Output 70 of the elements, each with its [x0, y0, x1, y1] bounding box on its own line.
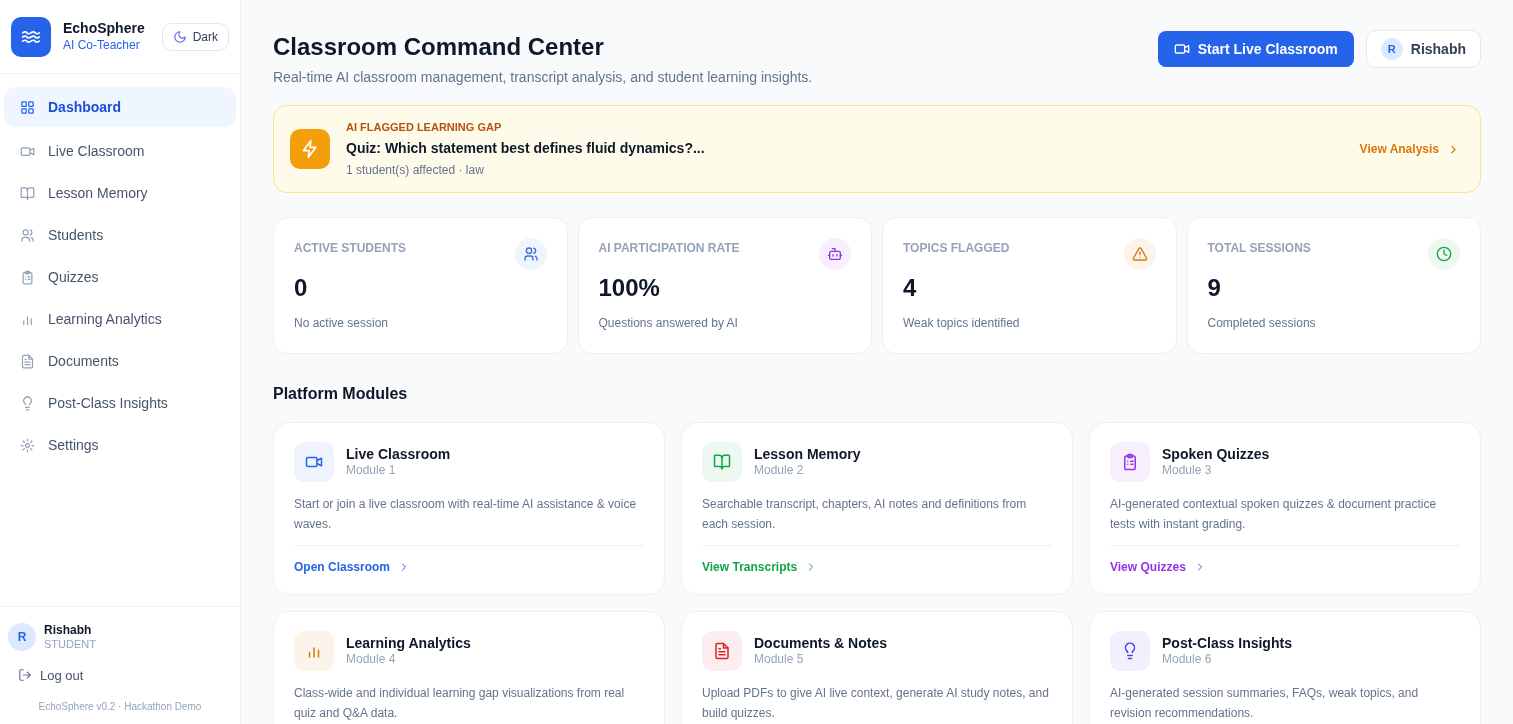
module-description: Upload PDFs to give AI live context, generate AI study notes, and build quizzes. — [702, 685, 1050, 722]
stat-caption: Completed sessions — [1207, 315, 1317, 332]
module-link[interactable]: Open Classroom — [294, 558, 411, 576]
module-description: AI-generated session summaries, FAQs, weak topics, and revision recommendations. — [1110, 685, 1420, 722]
logout-button[interactable]: Log out — [18, 665, 84, 685]
page-title: Classroom Command Center — [273, 32, 605, 62]
module-title: Documents & Notes — [754, 634, 888, 653]
document-icon — [20, 353, 35, 369]
sidebar-item[interactable]: Dashboard — [4, 87, 236, 127]
lightbulb-icon — [20, 395, 35, 411]
profile-avatar: R — [1380, 38, 1403, 60]
settings-icon — [20, 437, 35, 453]
alert-title: Quiz: Which statement best defines fluid dynamics?... — [346, 138, 705, 158]
module-title: Post-Class Insights — [1162, 634, 1292, 653]
version-text: EchoSphere v0.2 · Hackathon Demo — [37, 700, 203, 714]
module-description: Class-wide and individual learning gap visualizations from real quiz and Q&A data. — [294, 685, 626, 722]
logout-icon — [18, 668, 32, 683]
stat-value: 0 — [294, 273, 309, 303]
alert-label: AI FLAGGED LEARNING GAP — [346, 120, 503, 136]
stat-caption: Weak topics identified — [903, 315, 1021, 332]
logo-icon — [11, 16, 51, 57]
clipboard-icon — [20, 269, 35, 285]
module-number: Module 5 — [754, 652, 805, 668]
section-heading: Platform Modules — [273, 384, 409, 404]
user-name: Rishabh — [44, 622, 93, 638]
people-icon — [20, 227, 35, 243]
lightning-icon — [290, 129, 330, 169]
sidebar-item[interactable]: Live Classroom — [4, 133, 236, 169]
profile-button[interactable]: R Rishabh — [1365, 30, 1481, 68]
module-number: Module 4 — [346, 652, 397, 668]
grid-icon — [20, 99, 35, 115]
sidebar-item[interactable]: Students — [4, 217, 236, 253]
module-title: Lesson Memory — [754, 445, 861, 464]
stat-label: AI PARTICIPATION RATE — [598, 240, 740, 257]
module-number: Module 3 — [1162, 463, 1213, 479]
sidebar-item[interactable]: Learning Analytics — [4, 301, 236, 337]
moon-icon — [172, 29, 187, 44]
brand-tagline: AI Co-Teacher — [63, 37, 141, 53]
module-number: Module 6 — [1162, 652, 1213, 668]
user-role: STUDENT — [44, 637, 96, 652]
sidebar-item[interactable]: Documents — [4, 343, 236, 379]
brand-name: EchoSphere — [63, 20, 145, 38]
module-number: Module 1 — [346, 463, 397, 479]
page-subtitle: Real-time AI classroom management, transcript analysis, and student learning insights. — [273, 68, 813, 87]
book-icon — [20, 185, 35, 201]
module-title: Spoken Quizzes — [1162, 445, 1270, 464]
module-description: Start or join a live classroom with real-time AI assistance & voice waves. — [294, 496, 638, 533]
stat-label: TOPICS FLAGGED — [903, 240, 1010, 257]
module-title: Live Classroom — [346, 445, 451, 464]
module-link[interactable]: View Quizzes — [1110, 558, 1206, 576]
stat-value: 100% — [598, 273, 661, 303]
user-avatar: R — [8, 623, 36, 652]
stat-caption: Questions answered by AI — [598, 315, 739, 332]
video-camera-icon — [1173, 41, 1190, 57]
module-title: Learning Analytics — [346, 634, 471, 653]
alert-meta: 1 student(s) affected · law — [346, 161, 485, 179]
start-live-classroom-button[interactable]: Start Live Classroom — [1157, 31, 1354, 67]
module-description: Searchable transcript, chapters, AI notes and definitions from each session. — [702, 496, 1028, 533]
stat-label: TOTAL SESSIONS — [1207, 240, 1311, 257]
stat-value: 9 — [1207, 273, 1222, 303]
stat-caption: No active session — [294, 315, 390, 332]
theme-toggle-button[interactable]: Dark — [161, 22, 229, 51]
module-number: Module 2 — [754, 463, 805, 479]
sidebar-item[interactable]: Lesson Memory — [4, 175, 236, 211]
module-description: AI-generated contextual spoken quizzes & document practice tests with instant grading. — [1110, 496, 1438, 533]
sidebar-item[interactable]: Settings — [4, 427, 236, 463]
stat-value: 4 — [903, 273, 918, 303]
stat-label: ACTIVE STUDENTS — [294, 240, 406, 257]
sidebar-item[interactable]: Quizzes — [4, 259, 236, 295]
sidebar-item[interactable]: Post-Class Insights — [4, 385, 236, 421]
